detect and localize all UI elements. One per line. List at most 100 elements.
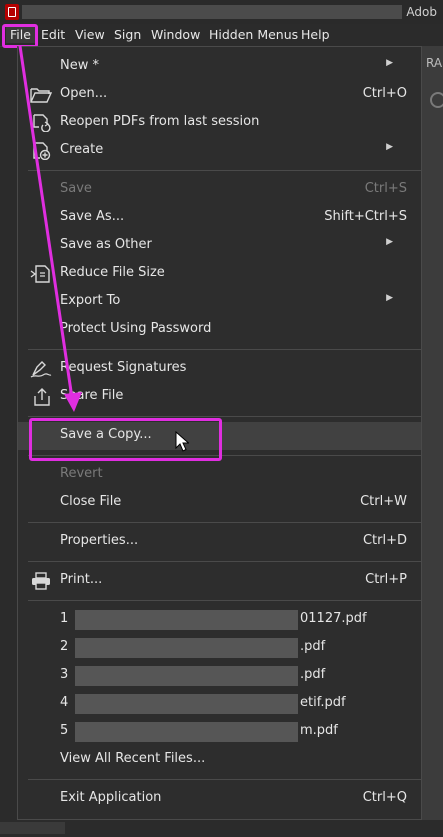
menu-item-view-all-recent[interactable]: View All Recent Files... <box>18 746 421 774</box>
menu-separator <box>28 779 421 780</box>
menu-label-properties: Properties... <box>60 533 139 548</box>
menu-item-open[interactable]: Open... Ctrl+O <box>18 81 421 109</box>
background-panel: RA <box>422 46 443 837</box>
recent-file-3[interactable]: 3 .pdf <box>18 662 421 690</box>
recent-file-2[interactable]: 2 .pdf <box>18 634 421 662</box>
menu-item-revert[interactable]: Revert <box>18 461 421 489</box>
share-icon <box>34 388 50 406</box>
recent-file-name: .pdf <box>300 667 326 682</box>
menu-hidden-menus[interactable]: Hidden Menus <box>209 27 298 42</box>
menu-label-request-signatures: Request Signatures <box>60 360 187 375</box>
recent-file-1[interactable]: 1 01127.pdf <box>18 606 421 634</box>
submenu-arrow-icon: ▶ <box>386 293 393 303</box>
recent-file-index: 5 <box>60 723 69 738</box>
recent-file-name: m.pdf <box>300 723 338 738</box>
file-menu-highlight-annotation <box>2 24 38 48</box>
shortcut-close-file: Ctrl+W <box>360 494 407 509</box>
shortcut-properties: Ctrl+D <box>362 533 407 548</box>
reopen-icon <box>33 114 51 132</box>
panel-peek-text: RA <box>426 56 443 70</box>
menu-separator <box>28 416 421 417</box>
menu-edit[interactable]: Edit <box>41 27 65 42</box>
submenu-arrow-icon: ▶ <box>386 58 393 68</box>
menu-item-close-file[interactable]: Close File Ctrl+W <box>18 489 421 517</box>
menu-label-close-file: Close File <box>60 494 122 509</box>
menu-view[interactable]: View <box>75 27 105 42</box>
shortcut-save-as: Shift+Ctrl+S <box>324 209 407 224</box>
menu-item-reduce-file-size[interactable]: Reduce File Size <box>18 260 421 288</box>
recent-file-4[interactable]: 4 etif.pdf <box>18 690 421 718</box>
recent-file-name: 01127.pdf <box>300 611 367 626</box>
recent-file-name: .pdf <box>300 639 326 654</box>
menu-sign[interactable]: Sign <box>114 27 141 42</box>
shortcut-exit: Ctrl+Q <box>362 790 407 805</box>
create-pdf-icon <box>33 142 51 160</box>
shortcut-save: Ctrl+S <box>364 181 407 196</box>
menu-label-save-as: Save As... <box>60 209 125 224</box>
shortcut-print: Ctrl+P <box>365 572 407 587</box>
menu-item-export-to[interactable]: Export To ▶ <box>18 288 421 316</box>
menu-item-exit[interactable]: Exit Application Ctrl+Q <box>18 785 421 813</box>
menu-label-new: New * <box>60 58 99 73</box>
blurred-document-title <box>22 5 402 19</box>
submenu-arrow-icon: ▶ <box>386 142 393 152</box>
recent-file-index: 3 <box>60 667 69 682</box>
menu-separator <box>28 561 421 562</box>
panel-circle-icon <box>430 92 443 108</box>
recent-file-name: etif.pdf <box>300 695 346 710</box>
menu-help[interactable]: Help <box>301 27 330 42</box>
redacted-filename <box>75 610 298 630</box>
menu-item-share-file[interactable]: Share File <box>18 383 421 411</box>
menu-item-save-as-other[interactable]: Save as Other ▶ <box>18 232 421 260</box>
menu-item-reopen[interactable]: Reopen PDFs from last session <box>18 109 421 137</box>
recent-file-5[interactable]: 5 m.pdf <box>18 718 421 746</box>
printer-icon <box>32 572 50 590</box>
folder-open-icon <box>30 88 52 103</box>
menu-separator <box>28 170 421 171</box>
menu-separator <box>28 349 421 350</box>
menu-item-create[interactable]: Create ▶ <box>18 137 421 165</box>
title-bar: Adob <box>0 0 443 25</box>
menu-window[interactable]: Window <box>151 27 200 42</box>
menu-item-protect-password[interactable]: Protect Using Password <box>18 316 421 344</box>
redacted-filename <box>75 694 298 714</box>
menu-item-new[interactable]: New * ▶ <box>18 53 421 81</box>
menu-label-reduce-file-size: Reduce File Size <box>60 265 165 280</box>
menu-label-revert: Revert <box>60 466 103 481</box>
menu-label-print: Print... <box>60 572 103 587</box>
menu-label-share-file: Share File <box>60 388 124 403</box>
shortcut-open: Ctrl+O <box>362 86 407 101</box>
menu-item-print[interactable]: Print... Ctrl+P <box>18 567 421 595</box>
signature-pen-icon <box>30 361 52 378</box>
menu-label-protect-password: Protect Using Password <box>60 321 212 336</box>
menu-label-save: Save <box>60 181 92 196</box>
mouse-pointer-icon <box>175 431 189 452</box>
menu-bar: File Edit View Sign Window Hidden Menus … <box>0 24 443 47</box>
reduce-size-icon <box>30 265 50 283</box>
redacted-filename <box>75 638 298 658</box>
menu-label-export-to: Export To <box>60 293 121 308</box>
bottom-strip <box>0 820 443 837</box>
recent-file-index: 1 <box>60 611 69 626</box>
menu-item-save-as[interactable]: Save As... Shift+Ctrl+S <box>18 204 421 232</box>
window-title: Adob <box>406 5 437 19</box>
menu-label-reopen: Reopen PDFs from last session <box>60 114 260 129</box>
recent-file-index: 2 <box>60 639 69 654</box>
menu-label-create: Create <box>60 142 104 157</box>
menu-separator <box>28 600 421 601</box>
recent-file-index: 4 <box>60 695 69 710</box>
status-area <box>0 822 65 834</box>
menu-label-view-all-recent: View All Recent Files... <box>60 751 206 766</box>
menu-label-save-as-other: Save as Other <box>60 237 152 252</box>
submenu-arrow-icon: ▶ <box>386 237 393 247</box>
acrobat-app-icon <box>5 4 19 20</box>
save-a-copy-highlight-annotation <box>29 418 222 461</box>
menu-item-request-signatures[interactable]: Request Signatures <box>18 355 421 383</box>
menu-label-open: Open... <box>60 86 108 101</box>
menu-item-save[interactable]: Save Ctrl+S <box>18 176 421 204</box>
menu-label-exit: Exit Application <box>60 790 162 805</box>
menu-item-properties[interactable]: Properties... Ctrl+D <box>18 528 421 556</box>
menu-separator <box>28 522 421 523</box>
redacted-filename <box>75 722 298 742</box>
redacted-filename <box>75 666 298 686</box>
